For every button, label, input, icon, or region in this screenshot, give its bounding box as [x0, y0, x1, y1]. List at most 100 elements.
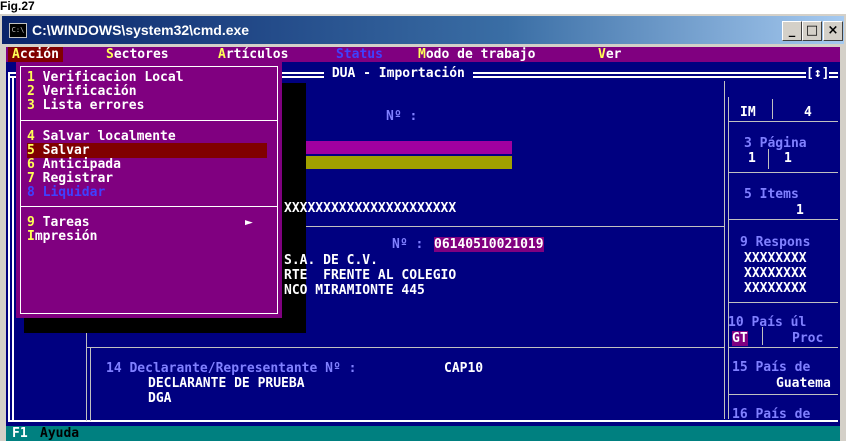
- status-bar: F1 Ayuda: [6, 426, 840, 441]
- im-label: IM: [740, 105, 756, 120]
- minimize-button[interactable]: _: [782, 21, 802, 41]
- item-number: 8: [27, 185, 35, 200]
- purple-field[interactable]: [306, 141, 512, 154]
- im-divider: [772, 99, 773, 119]
- item-label: Registrar: [34, 171, 114, 186]
- menu-accion[interactable]: Acción: [8, 47, 63, 62]
- menu-sectores-label: ectores: [113, 47, 169, 62]
- item-label: Verificacion Local: [34, 70, 184, 85]
- close-button[interactable]: ×: [823, 21, 843, 41]
- help-key[interactable]: F1: [12, 426, 28, 441]
- menu-sectores[interactable]: Sectores: [102, 47, 173, 62]
- proc-label: Proc: [792, 331, 824, 346]
- menu-sectores-hotkey: S: [106, 47, 114, 62]
- gt-divider: [762, 327, 763, 345]
- respons-label: 9 Respons: [740, 235, 811, 250]
- item-label: Tareas: [34, 215, 90, 230]
- declarante-sub: DGA: [148, 391, 172, 406]
- menu-articulos-hotkey: A: [218, 47, 226, 62]
- menu-item-registrar[interactable]: 7 Registrar: [27, 171, 267, 186]
- maximize-button[interactable]: □: [802, 21, 822, 41]
- item-number: 1: [27, 70, 35, 85]
- guatemala-value: Guatema: [776, 376, 831, 391]
- gt-code[interactable]: GT: [732, 331, 748, 346]
- frame-left-border-inner: [12, 76, 14, 422]
- item-number: 3: [27, 98, 35, 113]
- menu-item-anticipada[interactable]: 6 Anticipada: [27, 157, 267, 172]
- no-label-1: Nº :: [386, 109, 418, 124]
- menu-modo-label: odo de trabajo: [425, 47, 536, 62]
- item-label: Lista errores: [34, 98, 145, 113]
- no-label-2: Nº :: [392, 237, 424, 252]
- side-sep-2: [728, 172, 838, 173]
- item-number: 5: [27, 143, 35, 158]
- menu-item-salvar-localmente[interactable]: 4 Salvar localmente: [27, 129, 267, 144]
- company-line-3: NCO MIRAMIONTE 445: [284, 283, 425, 298]
- respons-value-2: XXXXXXXX: [744, 266, 807, 281]
- mid-sep-2: [86, 347, 724, 348]
- menu-articulos[interactable]: Artículos: [214, 47, 292, 62]
- console-area: Acción Sectores Artículos Status Modo de…: [6, 47, 840, 441]
- menu-bar: Acción Sectores Artículos Status Modo de…: [6, 47, 840, 62]
- title-bar[interactable]: C:\ C:\WINDOWS\system32\cmd.exe _ □ ×: [2, 16, 844, 44]
- pagina-divider: [768, 149, 769, 169]
- declarante-label: 14 Declarante/Representante Nº :: [106, 361, 357, 376]
- menu-item-verificacion-local[interactable]: 1 Verificacion Local: [27, 70, 267, 85]
- pais-de-label-16: 16 País de: [732, 407, 811, 422]
- menu-ver-label: er: [605, 47, 622, 62]
- help-label: Ayuda: [40, 426, 80, 441]
- menu-item-tareas[interactable]: 9 Tareas ►: [27, 215, 267, 230]
- dropdown-separator-1: [20, 120, 278, 121]
- menu-item-impresion[interactable]: Impresión: [27, 229, 267, 244]
- menu-status[interactable]: Status: [332, 47, 387, 62]
- menu-item-lista-errores[interactable]: 3 Lista errores: [27, 98, 267, 113]
- menu-modo-trabajo[interactable]: Modo de trabajo: [414, 47, 539, 62]
- menu-ver[interactable]: Ver: [594, 47, 625, 62]
- pagina-value-2: 1: [784, 151, 792, 166]
- side-panel-divider-inner: [728, 97, 729, 419]
- item-label: Salvar localmente: [34, 129, 176, 144]
- item-number: 9: [27, 215, 35, 230]
- menu-item-liquidar[interactable]: 8 Liquidar: [27, 185, 267, 200]
- frame-bottom-border: [8, 420, 838, 422]
- company-line-1: S.A. DE C.V.: [284, 253, 378, 268]
- xxx-field: XXXXXXXXXXXXXXXXXXXXXX: [284, 201, 457, 216]
- pagina-label: 3 Página: [744, 136, 807, 151]
- mid-divider-left-inner: [90, 347, 91, 421]
- side-panel-divider: [724, 81, 725, 419]
- item-hotkey: I: [27, 229, 35, 244]
- item-number: 2: [27, 84, 35, 99]
- menu-item-verificacion[interactable]: 2 Verificación: [27, 84, 267, 99]
- side-sep-3: [728, 219, 838, 220]
- menu-accion-label: cción: [19, 47, 59, 62]
- respons-value-1: XXXXXXXX: [744, 251, 807, 266]
- menu-accion-hotkey: A: [12, 47, 20, 62]
- side-sep-1: [728, 121, 838, 122]
- declarante-code: CAP10: [444, 361, 484, 376]
- item-number: 7: [27, 171, 35, 186]
- dropdown-separator-2: [20, 206, 278, 207]
- submenu-arrow-icon: ►: [245, 215, 253, 230]
- no-value-2[interactable]: 06140510021019: [434, 237, 544, 252]
- resize-marker[interactable]: [↕]: [806, 66, 830, 81]
- company-line-2: RTE FRENTE AL COLEGIO: [284, 268, 457, 283]
- item-label: mpresión: [34, 229, 98, 244]
- items-label: 5 Items: [744, 187, 799, 202]
- accion-dropdown-menu: 1 Verificacion Local 2 Verificación 3 Li…: [16, 62, 282, 318]
- item-number: 6: [27, 157, 35, 172]
- menu-articulos-label: rtículos: [225, 47, 289, 62]
- im-value: 4: [804, 105, 812, 120]
- item-label: Verificación: [34, 84, 137, 99]
- item-label: Liquidar: [34, 185, 106, 200]
- menu-item-salvar[interactable]: 5 Salvar: [27, 143, 267, 158]
- cmd-icon[interactable]: C:\: [9, 23, 27, 38]
- olive-field[interactable]: [306, 156, 512, 169]
- side-sep-5: [728, 347, 838, 348]
- pais-ultimo-label: 10 País úl: [728, 315, 807, 330]
- cmd-window: C:\ C:\WINDOWS\system32\cmd.exe _ □ × Ac…: [0, 14, 846, 441]
- items-value: 1: [796, 203, 804, 218]
- window-title: C:\WINDOWS\system32\cmd.exe: [32, 22, 250, 38]
- form-title: DUA - Importación: [324, 66, 473, 81]
- menu-status-label: Status: [336, 47, 383, 62]
- side-sep-6: [728, 394, 838, 395]
